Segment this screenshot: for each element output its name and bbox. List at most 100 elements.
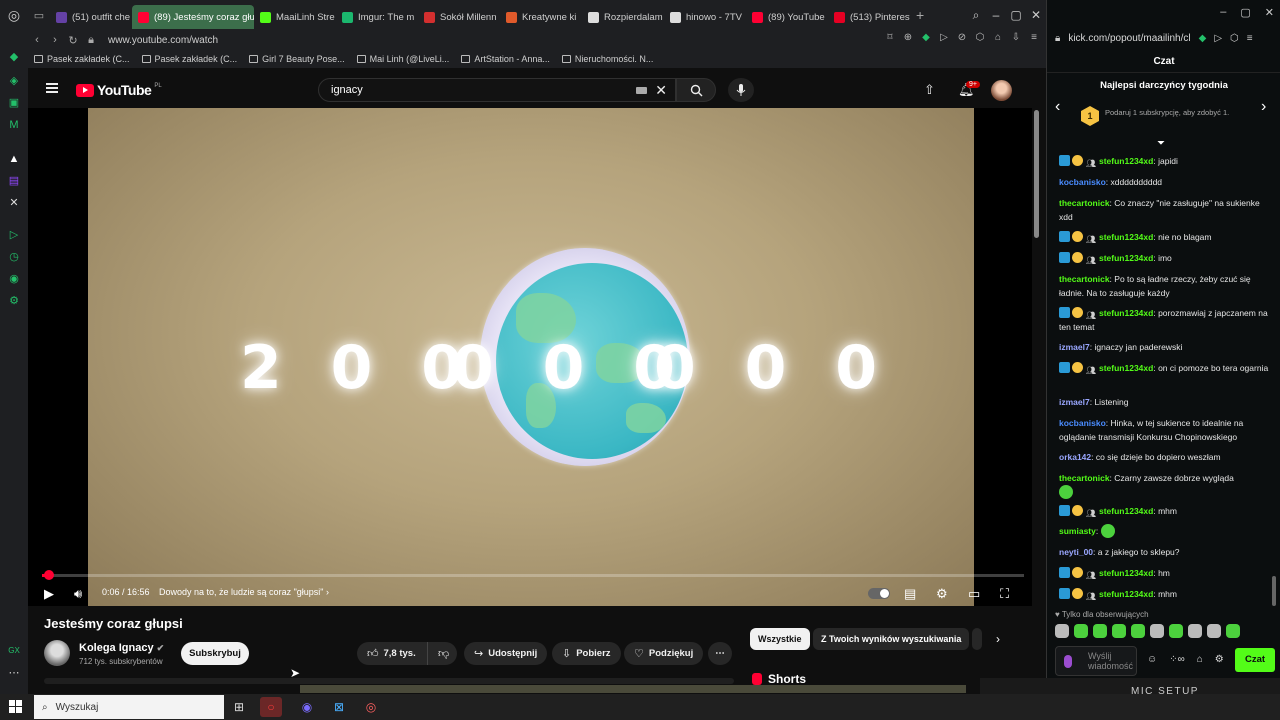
chat-username[interactable]: stefun1234xd	[1099, 232, 1153, 242]
emote-icon[interactable]	[1131, 624, 1145, 638]
back-icon[interactable]: ‹	[28, 34, 46, 46]
chat-username[interactable]: izmael7	[1059, 397, 1090, 407]
browser-logo-icon[interactable]: ◎	[0, 0, 28, 30]
users-icon[interactable]: ⁘∞	[1169, 654, 1185, 665]
emote-icon[interactable]	[1112, 624, 1126, 638]
chat-username[interactable]: stefun1234xd	[1099, 363, 1153, 373]
sub-badge-icon[interactable]	[1072, 588, 1083, 599]
sidebar-app-icon[interactable]: M	[7, 118, 21, 132]
search-tabs-icon[interactable]: ⌕	[966, 8, 986, 23]
chat-scrollbar[interactable]	[1272, 576, 1276, 606]
emote-icon[interactable]	[1093, 624, 1107, 638]
browser-tab[interactable]: Kreatywne ki	[500, 5, 582, 29]
chat-username[interactable]: stefun1234xd	[1099, 589, 1153, 599]
sub-badge-icon[interactable]	[1072, 231, 1083, 242]
sub-badge-icon[interactable]	[1072, 567, 1083, 578]
sub-badge-icon[interactable]	[1072, 505, 1083, 516]
app-icon[interactable]: ◎	[360, 697, 382, 717]
chapter-title[interactable]: Dowody na to, że ludzie są coraz "głupsi…	[159, 587, 329, 597]
chat-username[interactable]: thecartonick	[1059, 274, 1110, 284]
minimize-icon[interactable]: –	[986, 8, 1006, 22]
adblock-icon[interactable]: ⊘	[956, 32, 968, 44]
forward-icon[interactable]: ›	[46, 34, 64, 46]
page-scrollbar[interactable]	[1034, 110, 1039, 238]
twitch-badge-icon[interactable]	[1059, 588, 1070, 599]
chips-next-icon[interactable]: ›	[996, 632, 1000, 646]
chat-input[interactable]: Wyślij wiadomość	[1055, 646, 1137, 676]
gift-badge-icon[interactable]: 👥︎	[1085, 590, 1097, 601]
store-icon[interactable]: ⌂	[1197, 654, 1203, 665]
discord-icon[interactable]: ◉	[296, 697, 318, 717]
more-actions-button[interactable]: ⋯	[708, 642, 732, 665]
taskbar-search[interactable]: ⌕ Wyszukaj	[34, 695, 224, 719]
workspaces-icon[interactable]: ▭	[28, 0, 50, 30]
browser-tab[interactable]: Rozpierdalam	[582, 5, 664, 29]
browser-tab[interactable]: MaaiLinh Stre	[254, 5, 336, 29]
chat-username[interactable]: thecartonick	[1059, 473, 1110, 483]
browser-tab[interactable]: (513) Pinterest	[828, 5, 910, 29]
chat-username[interactable]: stefun1234xd	[1099, 156, 1153, 166]
gift-badge-icon[interactable]: 👥︎	[1085, 254, 1097, 265]
chat-username[interactable]: orka142	[1059, 452, 1091, 462]
twitch-badge-icon[interactable]	[1059, 505, 1070, 516]
browser-tab[interactable]: hinowo - 7TV	[664, 5, 746, 29]
pin-icon[interactable]: ⊕	[902, 32, 914, 44]
menu-icon[interactable]: ≡	[1247, 33, 1253, 44]
bookmark-icon[interactable]: ⌑	[884, 32, 896, 44]
chat-username[interactable]: izmael7	[1059, 342, 1090, 352]
gift-badge-icon[interactable]: 👥︎	[1085, 507, 1097, 518]
settings-icon[interactable]: ⚙	[7, 294, 21, 308]
gift-badge-icon[interactable]: 👥︎	[1085, 233, 1097, 244]
sub-badge-icon[interactable]	[1072, 362, 1083, 373]
task-view-icon[interactable]: ⊞	[228, 697, 250, 717]
dislike-button[interactable]: 👎︎	[427, 642, 457, 665]
browser-tab[interactable]: (89) Jesteśmy coraz głu✕	[132, 5, 254, 29]
browser-tab[interactable]: (51) outfit che	[50, 5, 132, 29]
chip-from-search[interactable]: Z Twoich wyników wyszukiwania	[813, 628, 970, 650]
gift-badge-icon[interactable]: 👥︎	[1085, 309, 1097, 320]
chat-username[interactable]: stefun1234xd	[1099, 308, 1153, 318]
sidebar-app-icon[interactable]: ◉	[7, 272, 21, 286]
chat-username[interactable]: thecartonick	[1059, 198, 1110, 208]
bookmark-item[interactable]: ArtStation - Anna...	[461, 54, 550, 64]
sidebar-app-icon[interactable]: ◈	[7, 74, 21, 88]
emote-icon[interactable]	[1169, 624, 1183, 638]
sub-badge-icon[interactable]	[1072, 155, 1083, 166]
emote-icon[interactable]	[1188, 624, 1202, 638]
emote-icon[interactable]	[1074, 624, 1088, 638]
more-icon[interactable]: ⋯	[7, 666, 21, 680]
browser-tab[interactable]: Sokół Millenn	[418, 5, 500, 29]
x-icon[interactable]: ✕	[7, 196, 21, 210]
close-icon[interactable]: ✕	[1026, 8, 1046, 22]
chip-overflow[interactable]	[972, 628, 982, 650]
chat-username[interactable]: stefun1234xd	[1099, 568, 1153, 578]
chat-username[interactable]: stefun1234xd	[1099, 253, 1153, 263]
bookmark-item[interactable]: Pasek zakładek (C...	[34, 54, 130, 64]
kick-url[interactable]: kick.com/popout/maailinh/cl	[1068, 33, 1190, 44]
search-input[interactable]: ignacy ✕	[318, 78, 676, 102]
emote-icon[interactable]	[1207, 624, 1221, 638]
emote-icon[interactable]	[1226, 624, 1240, 638]
twitch-badge-icon[interactable]	[1059, 231, 1070, 242]
filter-icon[interactable]: ⏷	[1157, 138, 1165, 149]
sidebar-app-icon[interactable]: ▲	[7, 152, 21, 166]
bookmark-item[interactable]: Mai Linh (@LiveLi...	[356, 54, 449, 64]
gift-badge-icon[interactable]: 👥︎	[1085, 569, 1097, 580]
bookmark-item[interactable]: Girl 7 Beauty Pose...	[249, 54, 345, 64]
search-button[interactable]	[676, 78, 716, 102]
twitch-badge-icon[interactable]	[1059, 252, 1070, 263]
windows-start-icon[interactable]	[9, 700, 22, 713]
twitch-badge-icon[interactable]	[1059, 362, 1070, 373]
subtitles-icon[interactable]: ▤	[904, 586, 916, 602]
opera-gx-icon[interactable]: ○	[260, 697, 282, 717]
bookmark-item[interactable]: Nieruchomości. N...	[561, 54, 653, 64]
twitch-badge-icon[interactable]	[1059, 567, 1070, 578]
progress-knob[interactable]	[43, 570, 54, 580]
subscribe-button[interactable]: Subskrybuj	[181, 642, 249, 665]
chat-username[interactable]: neyti_00	[1059, 547, 1093, 557]
chat-emote-icon[interactable]	[1059, 485, 1073, 499]
chat-username[interactable]: kocbanisko	[1059, 177, 1106, 187]
sidebar-app-icon[interactable]: ◆	[7, 50, 21, 64]
shield-icon[interactable]: ◆	[920, 32, 932, 44]
app-icon[interactable]: ⊠	[328, 697, 350, 717]
